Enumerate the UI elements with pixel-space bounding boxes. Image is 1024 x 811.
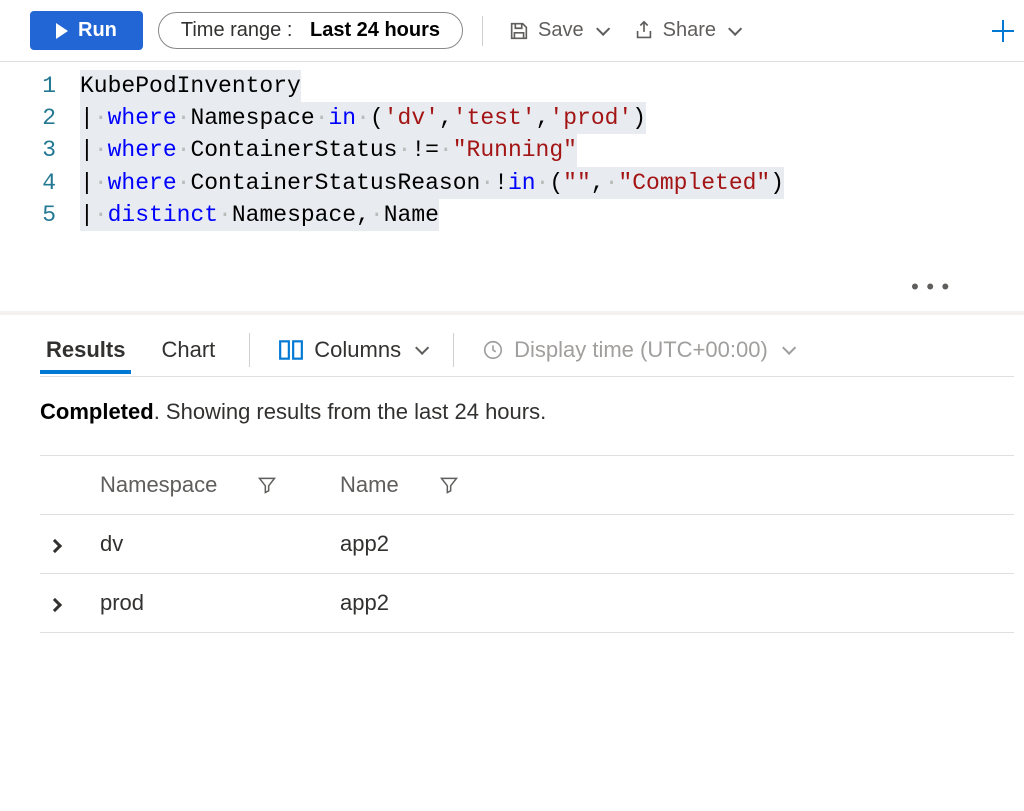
cell-name: app2 (330, 573, 1014, 632)
run-label: Run (78, 19, 117, 42)
chevron-right-icon (48, 539, 62, 553)
filter-icon[interactable] (257, 475, 277, 495)
columns-icon (278, 339, 304, 361)
status-rest: . Showing results from the last 24 hours… (154, 399, 547, 424)
cell-namespace: dv (90, 514, 330, 573)
code-content[interactable]: |·where·ContainerStatusReason·!in·("",·"… (80, 167, 784, 199)
code-content[interactable]: |·where·ContainerStatus·!=·"Running" (80, 134, 577, 166)
filter-icon[interactable] (439, 475, 459, 495)
table-row[interactable]: prodapp2 (40, 573, 1014, 632)
save-button[interactable]: Save (502, 15, 612, 46)
divider (482, 16, 483, 46)
clock-icon (482, 339, 504, 361)
column-header-namespace[interactable]: Namespace (90, 455, 330, 514)
line-number: 1 (20, 70, 80, 102)
code-line[interactable]: 2|·where·Namespace·in·('dv','test','prod… (20, 102, 1024, 134)
divider (249, 333, 250, 367)
code-line[interactable]: 1KubePodInventory (20, 70, 1024, 102)
line-number: 3 (20, 134, 80, 166)
share-label: Share (663, 19, 716, 42)
expand-cell[interactable] (40, 573, 90, 632)
code-line[interactable]: 4|·where·ContainerStatusReason·!in·("",·… (20, 167, 1024, 199)
time-range-picker[interactable]: Time range : Last 24 hours (158, 12, 463, 49)
code-line[interactable]: 3|·where·ContainerStatus·!=·"Running" (20, 134, 1024, 166)
share-button[interactable]: Share (627, 15, 744, 46)
results-tabs: Results Chart Columns Display time (UTC+… (40, 325, 1014, 377)
results-pane: Results Chart Columns Display time (UTC+… (0, 315, 1024, 643)
cell-namespace: prod (90, 573, 330, 632)
code-line[interactable]: 5|·distinct·Namespace,·Name (20, 199, 1024, 231)
columns-label: Columns (314, 337, 401, 363)
cell-name: app2 (330, 514, 1014, 573)
header-label: Namespace (100, 472, 217, 498)
time-range-label: Time range : (181, 19, 293, 42)
code-content[interactable]: |·where·Namespace·in·('dv','test','prod'… (80, 102, 646, 134)
line-number: 2 (20, 102, 80, 134)
save-label: Save (538, 19, 584, 42)
chevron-down-icon (782, 341, 796, 355)
query-editor[interactable]: 1KubePodInventory2|·where·Namespace·in·(… (0, 62, 1024, 315)
table-row[interactable]: dvapp2 (40, 514, 1014, 573)
time-range-value: Last 24 hours (310, 19, 440, 42)
code-content[interactable]: |·distinct·Namespace,·Name (80, 199, 439, 231)
code-content[interactable]: KubePodInventory (80, 70, 301, 102)
tab-results[interactable]: Results (40, 327, 131, 373)
column-header-name[interactable]: Name (330, 455, 1014, 514)
chevron-down-icon (728, 21, 742, 35)
query-toolbar: Run Time range : Last 24 hours Save Shar… (0, 0, 1024, 62)
tab-chart[interactable]: Chart (155, 327, 221, 373)
display-time-label: Display time (UTC+00:00) (514, 337, 768, 363)
divider (453, 333, 454, 367)
columns-button[interactable]: Columns (278, 337, 425, 363)
line-number: 5 (20, 199, 80, 231)
table-header-row: Namespace Name (40, 455, 1014, 514)
more-menu[interactable]: ••• (908, 274, 954, 305)
expand-cell[interactable] (40, 514, 90, 573)
run-button[interactable]: Run (30, 11, 143, 50)
chevron-down-icon (596, 21, 610, 35)
status-strong: Completed (40, 399, 154, 424)
share-icon (633, 20, 655, 42)
play-icon (56, 23, 68, 39)
save-icon (508, 20, 530, 42)
results-table: Namespace Name dvapp2prodapp2 (40, 455, 1014, 633)
display-time-button[interactable]: Display time (UTC+00:00) (482, 337, 792, 363)
chevron-down-icon (415, 341, 429, 355)
line-number: 4 (20, 167, 80, 199)
results-status: Completed. Showing results from the last… (40, 399, 1014, 425)
chevron-right-icon (48, 598, 62, 612)
header-label: Name (340, 472, 399, 498)
new-tab-button[interactable] (992, 20, 1014, 42)
